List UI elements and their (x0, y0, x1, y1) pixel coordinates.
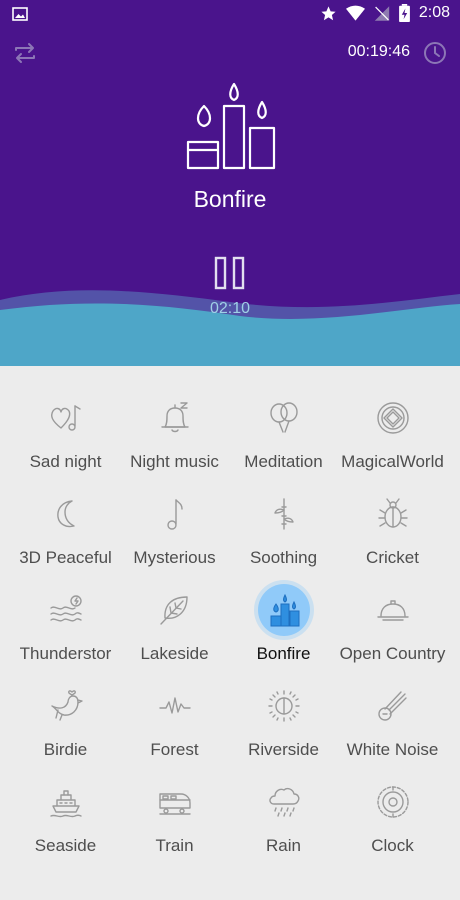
sound-item-lakeside[interactable]: Lakeside (117, 558, 232, 663)
sound-item-cricket[interactable]: Cricket (335, 462, 450, 567)
candles-icon (186, 82, 276, 170)
pause-icon[interactable] (213, 256, 247, 290)
star-icon (321, 5, 336, 20)
sound-label: Rain (266, 836, 301, 855)
wifi-icon (345, 5, 365, 21)
candles-icon (270, 593, 300, 627)
magic-circle-icon (377, 402, 409, 434)
status-bar: 2:08 (0, 0, 460, 30)
sun-icon (268, 690, 300, 722)
sound-item-thunderstor[interactable]: Thunderstor (8, 558, 123, 663)
elapsed-time: 02:10 (209, 300, 251, 317)
leaf-icon (160, 596, 188, 625)
heart-note-icon (51, 405, 81, 431)
sound-item-train[interactable]: Train (117, 750, 232, 855)
cloche-icon (377, 600, 409, 621)
bird-icon (51, 690, 83, 721)
sound-item-birdie[interactable]: Birdie (8, 654, 123, 759)
gallery-notification-icon (12, 7, 28, 21)
train-icon (159, 793, 191, 815)
music-note-icon (167, 499, 183, 530)
status-time: 2:08 (418, 4, 450, 21)
sound-label: Clock (371, 836, 414, 855)
sound-item-bonfire[interactable]: Bonfire (226, 558, 341, 663)
sound-item-soothing[interactable]: Soothing (226, 462, 341, 567)
bamboo-icon (274, 498, 294, 530)
sleep-timer-text[interactable]: 00:19:46 (348, 43, 410, 61)
no-signal-icon (374, 5, 390, 21)
sound-label: Train (155, 836, 194, 855)
bell-icon (161, 402, 189, 433)
thunder-waves-icon (50, 595, 82, 622)
sound-item-open-country[interactable]: Open Country (335, 558, 450, 663)
balloons-icon (270, 402, 298, 433)
clock-ring-icon (377, 786, 409, 818)
sound-item-meditation[interactable]: Meditation (226, 366, 341, 471)
sound-item-seaside[interactable]: Seaside (8, 750, 123, 855)
sound-item-sad-night[interactable]: Sad night (8, 366, 123, 471)
sound-item-clock[interactable]: Clock (335, 750, 450, 855)
sound-item-white-noise[interactable]: White Noise (335, 654, 450, 759)
sound-grid: Sad night Night music Meditation Magical… (0, 366, 460, 900)
sound-item-mysterious[interactable]: Mysterious (117, 462, 232, 567)
sound-item-magicalworld[interactable]: MagicalWorld (335, 366, 450, 471)
timer-clock-icon[interactable] (422, 40, 448, 66)
sound-label: Seaside (34, 836, 97, 855)
rain-cloud-icon (269, 787, 300, 817)
pulse-icon (159, 697, 191, 714)
player-header: 2:08 00:19:46 Bonfire 02:10 (0, 0, 460, 366)
ship-icon (50, 790, 82, 818)
sound-title: Bonfire (193, 186, 267, 212)
sound-item-forest[interactable]: Forest (117, 654, 232, 759)
sound-item-3d-peaceful[interactable]: 3D Peaceful (8, 462, 123, 567)
wave-decoration (0, 290, 460, 366)
bug-icon (378, 498, 408, 528)
comet-icon (378, 691, 407, 721)
moon-icon (57, 500, 75, 528)
battery-icon (398, 4, 410, 23)
sound-item-rain[interactable]: Rain (226, 750, 341, 855)
sound-item-night-music[interactable]: Night music (117, 366, 232, 471)
repeat-icon[interactable] (12, 40, 38, 66)
sound-item-riverside[interactable]: Riverside (226, 654, 341, 759)
